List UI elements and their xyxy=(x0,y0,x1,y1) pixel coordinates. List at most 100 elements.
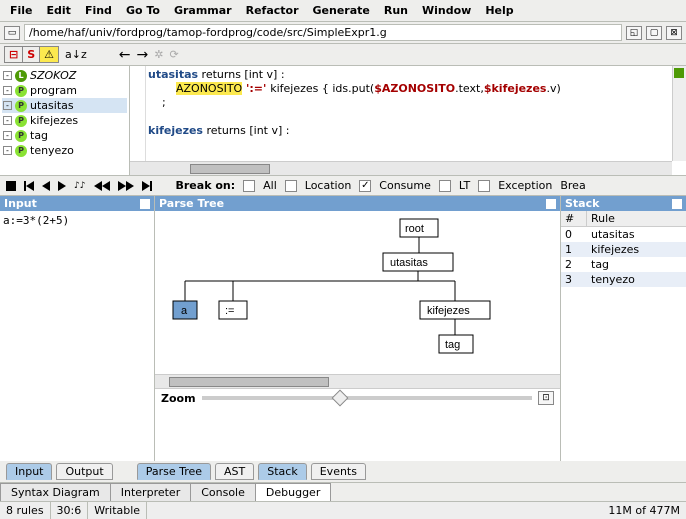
menu-goto[interactable]: Go To xyxy=(120,2,166,19)
detach-icon[interactable] xyxy=(546,199,556,209)
lock-icon[interactable]: ⊟ xyxy=(5,47,23,62)
menu-generate[interactable]: Generate xyxy=(307,2,376,19)
svg-text::=: := xyxy=(225,305,234,317)
menu-find[interactable]: Find xyxy=(79,2,118,19)
menu-refactor[interactable]: Refactor xyxy=(240,2,305,19)
scroll-thumb[interactable] xyxy=(190,164,270,174)
fast-back-icon[interactable] xyxy=(94,181,110,191)
step-back-icon[interactable] xyxy=(42,181,50,191)
stack-row[interactable]: 1kifejezes xyxy=(561,242,686,257)
code-editor[interactable]: utasitas returns [int v] : AZONOSITO ':=… xyxy=(130,66,686,175)
tree-label: SZOKOZ xyxy=(30,69,76,82)
btab-syntax[interactable]: Syntax Diagram xyxy=(0,483,111,501)
break-label: Break on: xyxy=(176,179,236,192)
menubar: File Edit Find Go To Grammar Refactor Ge… xyxy=(0,0,686,22)
lbl-exception: Exception xyxy=(498,179,552,192)
tab-parsetree[interactable]: Parse Tree xyxy=(137,463,211,480)
collapse-icon[interactable]: - xyxy=(3,131,12,140)
tool-group-1: ⊟ S ⚠ xyxy=(4,46,59,63)
step-last-icon[interactable] xyxy=(142,181,152,191)
stop-icon[interactable] xyxy=(6,181,16,191)
stack-panel: Stack #Rule 0utasitas 1kifejezes 2tag 3t… xyxy=(561,196,686,461)
zoom-bar: Zoom ⊡ xyxy=(155,388,560,407)
btab-debugger[interactable]: Debugger xyxy=(255,483,331,501)
step-fwd-icon[interactable] xyxy=(58,181,66,191)
btab-console[interactable]: Console xyxy=(190,483,256,501)
svg-text:kifejezes: kifejezes xyxy=(427,305,470,317)
menu-file[interactable]: File xyxy=(4,2,39,19)
menu-run[interactable]: Run xyxy=(378,2,414,19)
tree-item-kifejezes[interactable]: -Pkifejezes xyxy=(2,113,127,128)
sort-icon[interactable]: a↓z xyxy=(65,48,87,61)
slider-thumb[interactable] xyxy=(331,390,348,407)
tab-output[interactable]: Output xyxy=(56,463,112,480)
file-path: /home/haf/univ/fordprog/tamop-fordprog/c… xyxy=(24,24,622,41)
stack-row[interactable]: 2tag xyxy=(561,257,686,272)
collapse-icon[interactable]: - xyxy=(3,116,12,125)
cb-location[interactable] xyxy=(285,180,297,192)
tree-item-tag[interactable]: -Ptag xyxy=(2,128,127,143)
menu-grammar[interactable]: Grammar xyxy=(168,2,238,19)
collapse-icon[interactable]: - xyxy=(3,146,12,155)
stack-row[interactable]: 3tenyezo xyxy=(561,272,686,287)
tab-events[interactable]: Events xyxy=(311,463,366,480)
stack-columns: #Rule xyxy=(561,211,686,227)
tab-ast[interactable]: AST xyxy=(215,463,254,480)
detach-icon[interactable] xyxy=(672,199,682,209)
lbl-lt: LT xyxy=(459,179,470,192)
bug-icon: ✲ xyxy=(154,48,163,61)
status-ok-icon xyxy=(674,68,684,78)
cb-all[interactable] xyxy=(243,180,255,192)
menu-window[interactable]: Window xyxy=(416,2,477,19)
overview-ruler[interactable] xyxy=(672,66,686,161)
cb-lt[interactable] xyxy=(439,180,451,192)
maximize-icon[interactable]: ▢ xyxy=(646,26,662,40)
close-icon[interactable]: ⊠ xyxy=(666,26,682,40)
tree-item-tenyezo[interactable]: -Ptenyezo xyxy=(2,143,127,158)
collapse-icon[interactable]: - xyxy=(3,86,12,95)
tree-label: kifejezes xyxy=(30,114,78,127)
bottom-tabs: Syntax Diagram Interpreter Console Debug… xyxy=(0,482,686,501)
gutter xyxy=(130,66,146,161)
lbl-all: All xyxy=(263,179,277,192)
tree-label: utasitas xyxy=(30,99,74,112)
step-first-icon[interactable] xyxy=(24,181,34,191)
fast-fwd-icon[interactable] xyxy=(118,181,134,191)
tree-item-szokoz[interactable]: -LSZOKOZ xyxy=(2,68,127,83)
restore-icon[interactable]: ◱ xyxy=(626,26,642,40)
stack-row[interactable]: 0utasitas xyxy=(561,227,686,242)
goto-icon[interactable]: ♪♪ xyxy=(74,181,86,191)
tab-input[interactable]: Input xyxy=(6,463,52,480)
tree-label: program xyxy=(30,84,77,97)
nav-fwd-icon[interactable]: → xyxy=(137,47,149,63)
zoom-slider[interactable] xyxy=(202,396,532,400)
editor-hscroll[interactable] xyxy=(130,161,672,175)
warn-icon[interactable]: ⚠ xyxy=(40,47,58,62)
scroll-thumb[interactable] xyxy=(169,377,329,387)
lbl-location: Location xyxy=(305,179,352,192)
collapse-icon[interactable]: - xyxy=(3,101,12,110)
nav-back-icon[interactable]: ← xyxy=(119,47,131,63)
parser-badge-icon: P xyxy=(15,145,27,157)
menu-edit[interactable]: Edit xyxy=(41,2,77,19)
tree-label: tag xyxy=(30,129,48,142)
btab-interpreter[interactable]: Interpreter xyxy=(110,483,191,501)
parser-badge-icon: P xyxy=(15,100,27,112)
parse-hscroll[interactable] xyxy=(155,374,560,388)
input-body: a:=3*(2+5) xyxy=(0,211,154,461)
tab-stack[interactable]: Stack xyxy=(258,463,306,480)
parse-body[interactable]: root utasitas a := kifejezes tag Zoom ⊡ xyxy=(155,211,560,461)
s-icon[interactable]: S xyxy=(23,47,40,62)
cb-consume[interactable] xyxy=(359,180,371,192)
cb-exception[interactable] xyxy=(478,180,490,192)
tree-item-program[interactable]: -Pprogram xyxy=(2,83,127,98)
zoom-fit-icon[interactable]: ⊡ xyxy=(538,391,554,405)
tree-item-utasitas[interactable]: -Putasitas xyxy=(2,98,127,113)
detach-icon[interactable] xyxy=(140,199,150,209)
input-text[interactable]: a:=3*(2+5) xyxy=(0,211,154,230)
menu-help[interactable]: Help xyxy=(479,2,519,19)
debug-panels: Input a:=3*(2+5) Parse Tree root utasita… xyxy=(0,196,686,461)
collapse-icon[interactable]: - xyxy=(3,71,12,80)
zoom-label: Zoom xyxy=(161,392,196,405)
parser-badge-icon: P xyxy=(15,85,27,97)
